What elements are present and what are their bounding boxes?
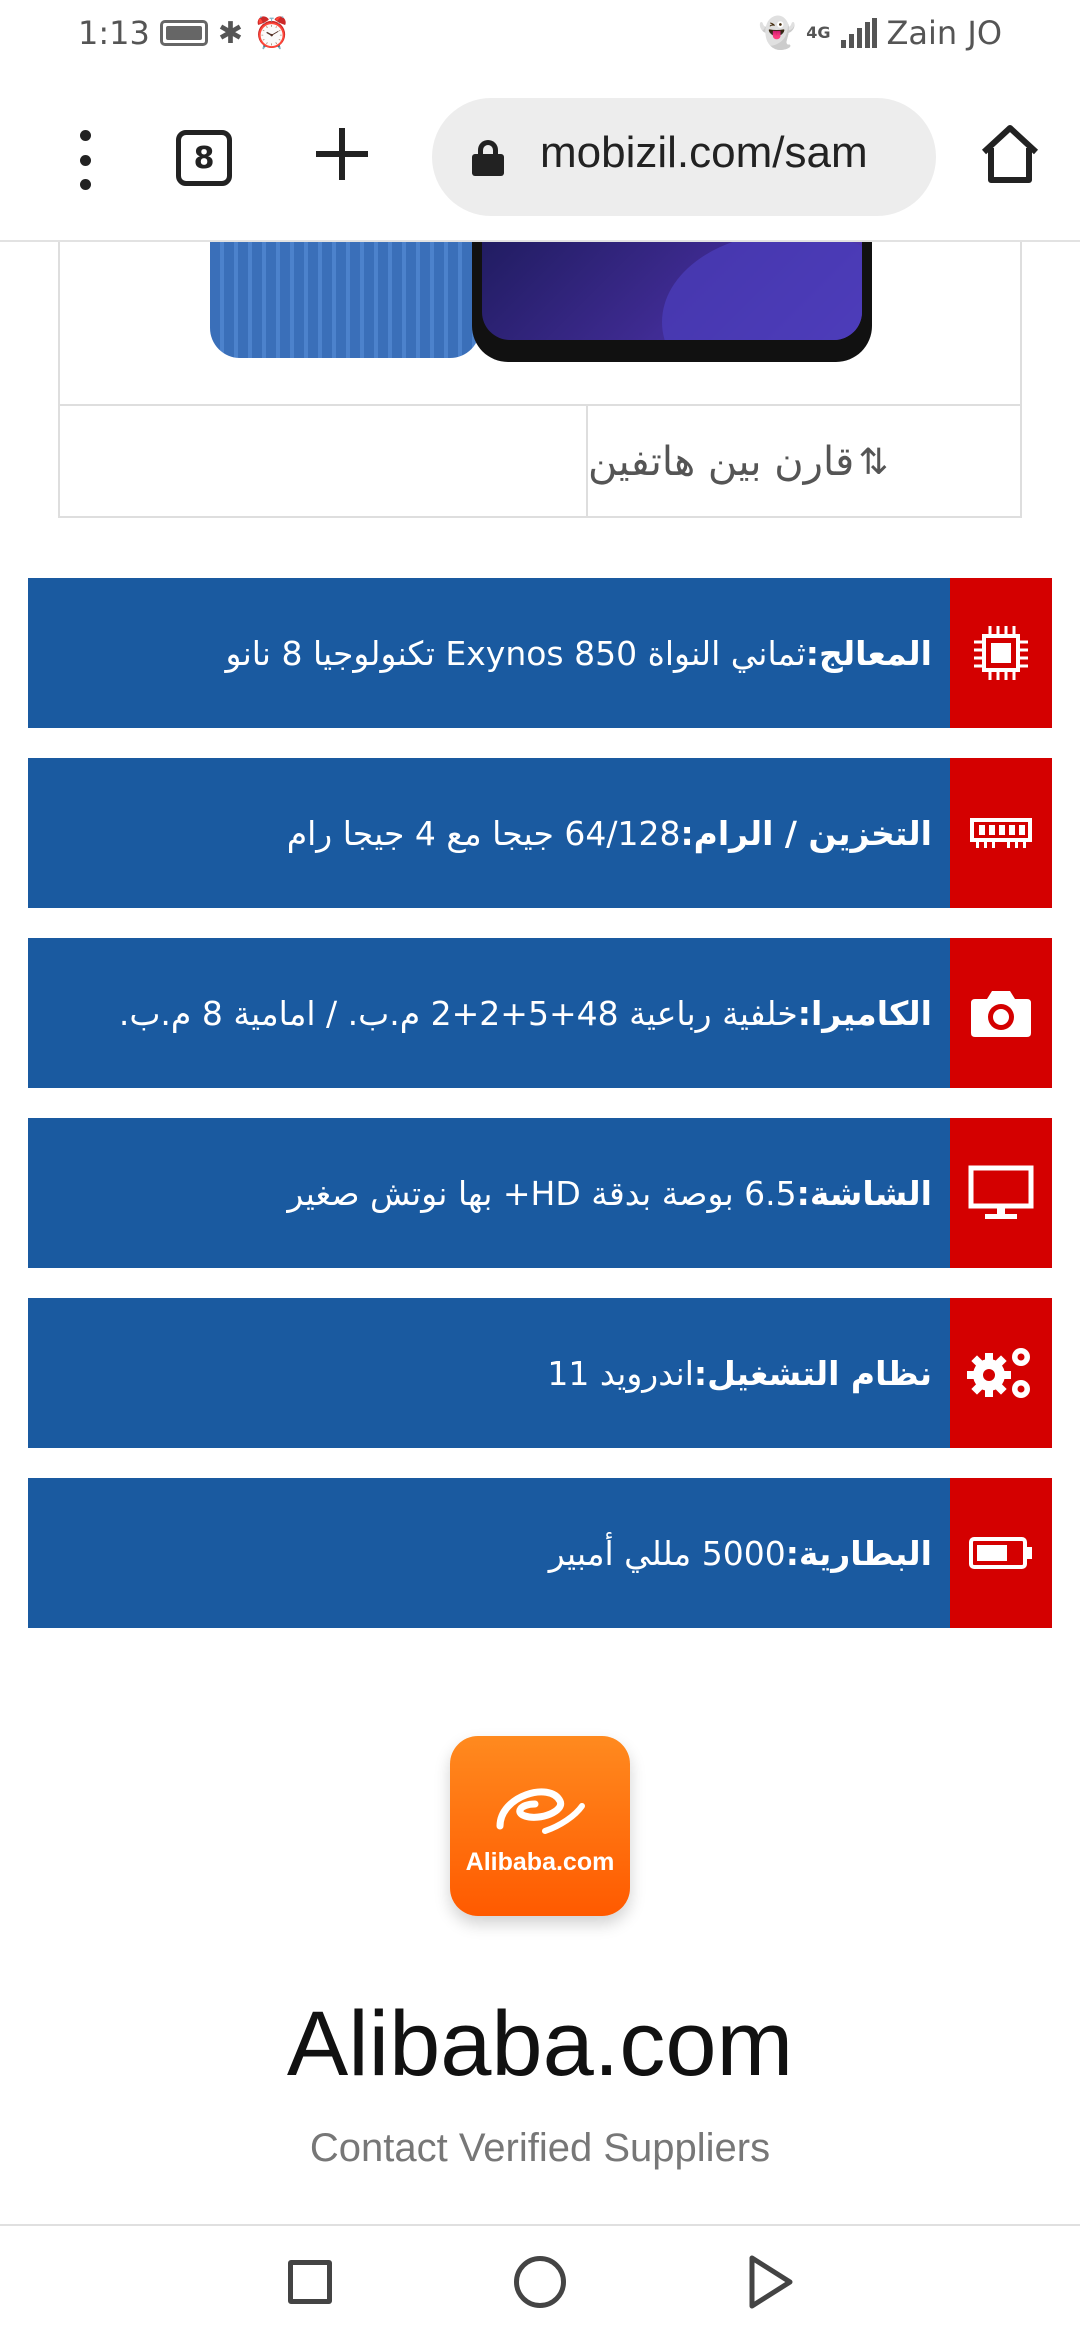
spec-text: الشاشة: 6.5 بوصة بدقة HD+ بها نوتش صغير (287, 1118, 932, 1268)
home-icon[interactable] (980, 122, 1040, 186)
carrier-name: Zain JO (886, 14, 1003, 52)
alarm-icon: ⏰ (253, 15, 291, 51)
menu-icon[interactable] (70, 130, 100, 190)
spec-row-camera: الكاميرا: خلفية رباعية 48+5+2+2 م.ب. / ا… (28, 938, 1052, 1088)
phone-image (210, 242, 930, 364)
home-nav-icon[interactable] (514, 2256, 566, 2308)
status-time: 1:13 (78, 14, 150, 52)
battery-spec-icon (950, 1478, 1052, 1628)
signal-icon (840, 18, 877, 48)
compare-icon: ⇅ (858, 441, 889, 483)
spec-label: الشاشة: (796, 1173, 932, 1213)
spec-value: خلفية رباعية 48+5+2+2 م.ب. / امامية 8 م.… (118, 993, 798, 1033)
compare-label: قارن بين هاتفين (588, 439, 855, 485)
spec-text: نظام التشغيل: اندرويد 11 (547, 1298, 932, 1448)
alibaba-mark-icon (496, 1788, 585, 1834)
spec-row-display: الشاشة: 6.5 بوصة بدقة HD+ بها نوتش صغير (28, 1118, 1052, 1268)
url-text[interactable]: mobizil.com/sam (540, 128, 868, 178)
tabs-icon[interactable]: 8 (176, 130, 232, 186)
browser-toolbar: 8 mobizil.com/sam (0, 72, 1080, 242)
spec-text: البطارية: 5000 مللي أمبير (549, 1478, 932, 1628)
spec-label: نظام التشغيل: (693, 1353, 932, 1393)
ad-subtitle[interactable]: Contact Verified Suppliers (0, 2126, 1080, 2171)
back-icon[interactable] (746, 2254, 794, 2310)
ad-title[interactable]: Alibaba.com (0, 1992, 1080, 2097)
alibaba-logo[interactable]: Alibaba.com (450, 1736, 630, 1916)
spec-row-os: نظام التشغيل: اندرويد 11 (28, 1298, 1052, 1448)
spec-value: ثماني النواة Exynos 850 تكنولوجيا 8 نانو (225, 633, 806, 673)
spec-value: 6.5 بوصة بدقة HD+ بها نوتش صغير (287, 1173, 797, 1213)
spec-text: التخزين / الرام: 64/128 جيجا مع 4 جيجا ر… (287, 758, 932, 908)
spec-value: 64/128 جيجا مع 4 جيجا رام (286, 813, 681, 853)
spec-label: المعالج: (805, 633, 932, 673)
address-bar[interactable]: mobizil.com/sam (432, 98, 936, 216)
status-bar: 1:13 ✱ ⏰ 👻 4G Zain JO (0, 0, 1080, 72)
recents-icon[interactable] (288, 2260, 332, 2304)
status-left: 1:13 ✱ ⏰ (78, 14, 290, 52)
spec-value: اندرويد 11 (547, 1353, 694, 1393)
spec-row-storage: التخزين / الرام: 64/128 جيجا مع 4 جيجا ر… (28, 758, 1052, 908)
network-type: 4G (806, 23, 831, 42)
compare-row: ⇅ قارن بين هاتفين (60, 404, 1020, 518)
spec-label: التخزين / الرام: (680, 813, 932, 853)
alibaba-logo-text: Alibaba.com (465, 1848, 615, 1876)
spec-text: الكاميرا: خلفية رباعية 48+5+2+2 م.ب. / ا… (119, 938, 932, 1088)
snapchat-icon: 👻 (758, 15, 797, 51)
new-tab-icon[interactable] (310, 122, 374, 186)
lock-icon[interactable] (472, 140, 504, 176)
status-right: 👻 4G Zain JO (759, 14, 1002, 52)
compare-button[interactable]: ⇅ قارن بين هاتفين (586, 406, 1020, 518)
memory-icon (950, 758, 1052, 908)
battery-icon (159, 20, 208, 46)
spec-label: البطارية: (785, 1533, 932, 1573)
spec-label: الكاميرا: (797, 993, 932, 1033)
camera-icon (950, 938, 1052, 1088)
spec-text: المعالج: ثماني النواة Exynos 850 تكنولوج… (226, 578, 932, 728)
spec-value: 5000 مللي أمبير (548, 1533, 786, 1573)
bluetooth-icon: ✱ (217, 15, 243, 51)
system-nav-bar (0, 2224, 1080, 2340)
spec-list: المعالج: ثماني النواة Exynos 850 تكنولوج… (28, 578, 1052, 1658)
product-card: ⇅ قارن بين هاتفين (58, 242, 1022, 518)
spec-row-processor: المعالج: ثماني النواة Exynos 850 تكنولوج… (28, 578, 1052, 728)
processor-icon (950, 578, 1052, 728)
gears-icon (950, 1298, 1052, 1448)
monitor-icon (950, 1118, 1052, 1268)
spec-row-battery: البطارية: 5000 مللي أمبير (28, 1478, 1052, 1628)
